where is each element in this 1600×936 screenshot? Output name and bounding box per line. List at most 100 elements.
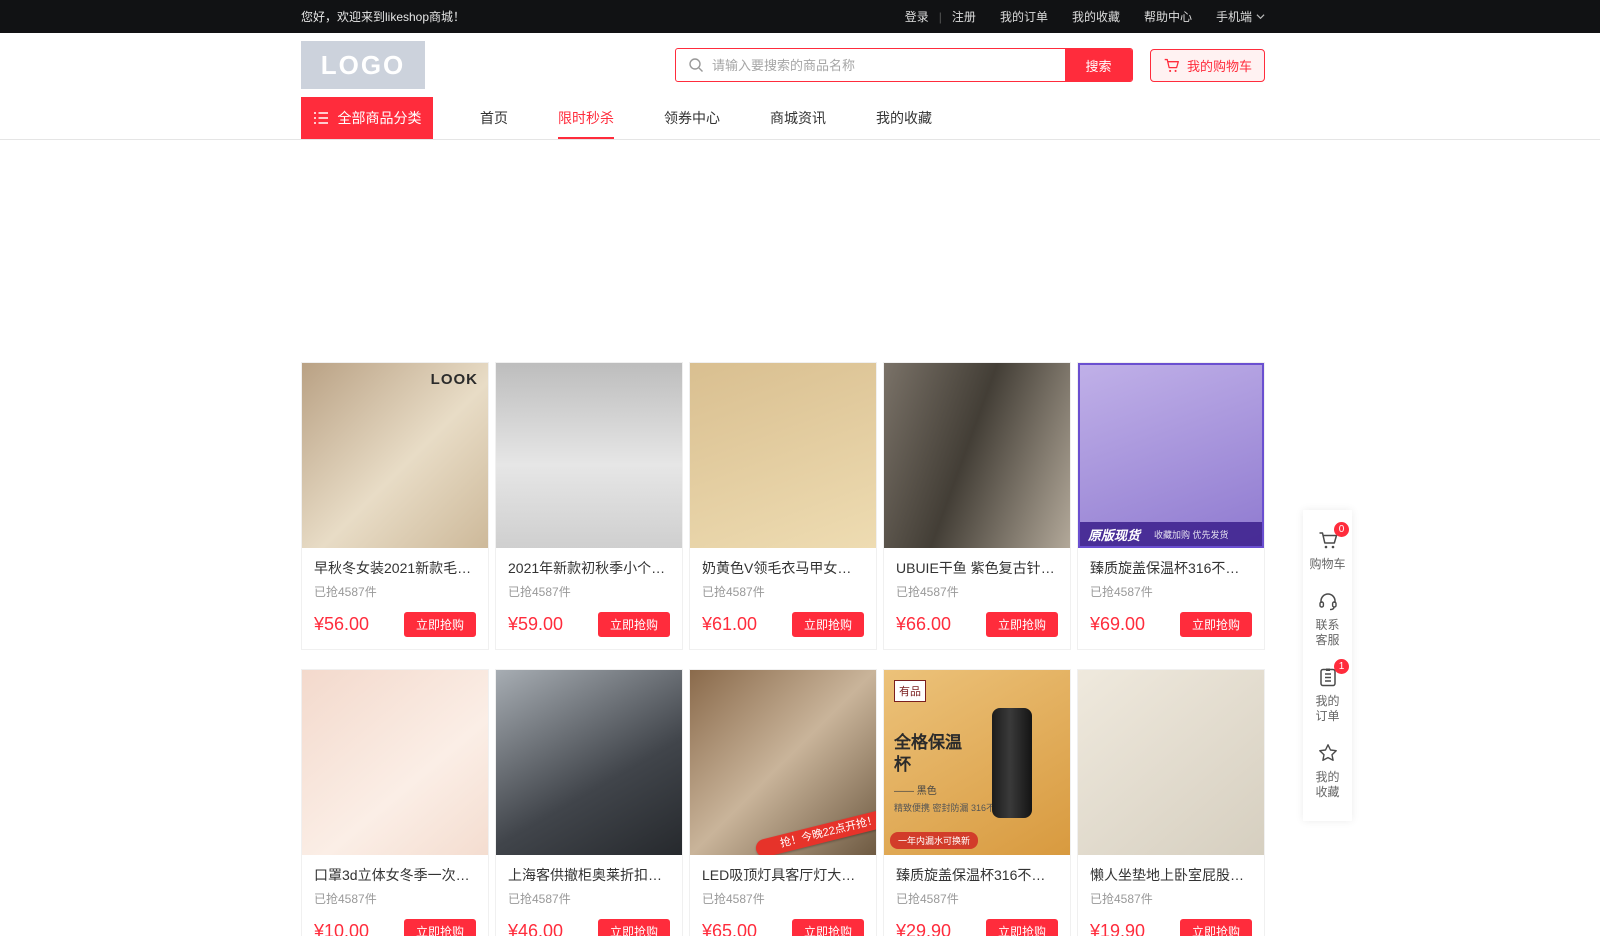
product-card[interactable]: 上海客供撤柜奥莱折扣店outlets 已抢4587件 ¥46.00 立即抢购 (495, 669, 683, 936)
product-image (690, 363, 876, 548)
product-card[interactable]: 奶黄色V领毛衣马甲女春秋慵懒... 已抢4587件 ¥61.00 立即抢购 (689, 362, 877, 650)
my-cart-button[interactable]: 我的购物车 (1150, 49, 1265, 82)
image-heading: 全格保温杯 (894, 732, 964, 776)
topbar-links: 登录 | 注册 我的订单 我的收藏 帮助中心 手机端 (905, 8, 1265, 25)
product-price: ¥69.00 (1090, 614, 1145, 635)
product-image (1078, 670, 1264, 855)
my-favorites-link[interactable]: 我的收藏 (1072, 8, 1120, 25)
product-title: 臻质旋盖保温杯316不锈钢内胆... (1090, 558, 1252, 578)
product-image: 抢！今晚22点开抢！ (690, 670, 876, 855)
product-sold-count: 已抢4587件 (896, 583, 1058, 600)
floatbar-my-orders-label: 我的订单 (1315, 694, 1341, 724)
product-image (496, 363, 682, 548)
floatbar-my-favorites-label: 我的收藏 (1315, 770, 1341, 800)
floatbar-customer-service[interactable]: 联系客服 (1303, 581, 1352, 657)
product-price: ¥56.00 (314, 614, 369, 635)
product-title: 上海客供撤柜奥莱折扣店outlets (508, 865, 670, 885)
thermos-bottle-shape (992, 708, 1032, 818)
floatbar-cart-label: 购物车 (1309, 557, 1345, 572)
chevron-down-icon (1256, 12, 1265, 21)
empty-banner-area (0, 140, 1600, 362)
product-image (884, 363, 1070, 548)
logo[interactable]: LOGO (301, 41, 425, 89)
product-image (302, 670, 488, 855)
category-list-icon (313, 111, 329, 125)
star-icon (1317, 742, 1339, 764)
floatbar-customer-service-label: 联系客服 (1315, 618, 1341, 648)
search-box: 搜索 (675, 48, 1133, 82)
nav-item-seckill[interactable]: 限时秒杀 (533, 97, 639, 139)
product-price: ¥65.00 (702, 921, 757, 936)
image-overlay-text: LOOK (431, 371, 478, 388)
nav-item-favorites[interactable]: 我的收藏 (851, 97, 957, 139)
mobile-link-label: 手机端 (1216, 8, 1252, 25)
header: LOGO 搜索 我的购物车 (0, 33, 1600, 97)
product-title: UBUIE干鱼 紫色复古针织衫马... (896, 558, 1058, 578)
product-sold-count: 已抢4587件 (508, 890, 670, 907)
buy-now-button[interactable]: 立即抢购 (986, 919, 1058, 936)
buy-now-button[interactable]: 立即抢购 (598, 612, 670, 637)
all-categories-label: 全部商品分类 (338, 108, 422, 128)
product-price: ¥61.00 (702, 614, 757, 635)
register-link[interactable]: 注册 (952, 8, 976, 25)
product-title: 懒人坐垫地上卧室屁股垫子办... (1090, 865, 1252, 885)
product-price: ¥10.00 (314, 921, 369, 936)
search-icon (688, 57, 704, 73)
search-input[interactable] (704, 58, 1065, 73)
buy-now-button[interactable]: 立即抢购 (792, 919, 864, 936)
product-title: 口罩3d立体女冬季一次性口罩 (314, 865, 476, 885)
product-title: LED吸顶灯具客厅灯大灯主卧... (702, 865, 864, 885)
product-card[interactable]: UBUIE干鱼 紫色复古针织衫马... 已抢4587件 ¥66.00 立即抢购 (883, 362, 1071, 650)
topbar: 您好，欢迎来到likeshop商城！ 登录 | 注册 我的订单 我的收藏 帮助中… (0, 0, 1600, 33)
product-card[interactable]: 有品 全格保温杯 —— 黑色 精致便携 密封防漏 316不锈钢 一年内漏水可换新… (883, 669, 1071, 936)
product-sold-count: 已抢4587件 (1090, 890, 1252, 907)
product-sold-count: 已抢4587件 (702, 583, 864, 600)
product-card[interactable]: 抢！今晚22点开抢！ LED吸顶灯具客厅灯大灯主卧... 已抢4587件 ¥65… (689, 669, 877, 936)
floatbar-my-favorites[interactable]: 我的收藏 (1303, 733, 1352, 809)
all-categories-button[interactable]: 全部商品分类 (301, 97, 433, 139)
buy-now-button[interactable]: 立即抢购 (1180, 919, 1252, 936)
cart-icon (1163, 57, 1180, 74)
product-title: 2021年新款初秋季小个子马甲... (508, 558, 670, 578)
product-image: LOOK (302, 363, 488, 548)
product-price: ¥46.00 (508, 921, 563, 936)
nav-item-coupons[interactable]: 领券中心 (639, 97, 745, 139)
product-card[interactable]: 原版现货 收藏加购 优先发货 臻质旋盖保温杯316不锈钢内胆... 已抢4587… (1077, 362, 1265, 650)
main-nav: 全部商品分类 首页 限时秒杀 领券中心 商城资讯 我的收藏 (0, 97, 1600, 140)
floatbar-cart[interactable]: 0 购物车 (1303, 520, 1352, 581)
floatbar-my-orders[interactable]: 1 我的订单 (1303, 657, 1352, 733)
search-button[interactable]: 搜索 (1065, 48, 1132, 82)
image-variant: —— 黑色 (894, 782, 937, 797)
product-card[interactable]: LOOK 早秋冬女装2021新款毛衣盐系... 已抢4587件 ¥56.00 立… (301, 362, 489, 650)
my-orders-link[interactable]: 我的订单 (1000, 8, 1048, 25)
image-brand-tag: 有品 (894, 680, 926, 702)
buy-now-button[interactable]: 立即抢购 (986, 612, 1058, 637)
product-sold-count: 已抢4587件 (896, 890, 1058, 907)
image-ribbon: 抢！今晚22点开抢！ (754, 805, 876, 855)
product-title: 臻质旋盖保温杯316不锈钢内胆... (896, 865, 1058, 885)
login-link[interactable]: 登录 (905, 8, 929, 25)
cart-count-badge: 0 (1334, 522, 1349, 537)
product-price: ¥19.90 (1090, 921, 1145, 936)
buy-now-button[interactable]: 立即抢购 (404, 612, 476, 637)
image-banner-note: 收藏加购 优先发货 (1154, 528, 1229, 541)
buy-now-button[interactable]: 立即抢购 (1180, 612, 1252, 637)
headset-icon (1317, 590, 1339, 612)
nav-item-home[interactable]: 首页 (455, 97, 533, 139)
nav-item-news[interactable]: 商城资讯 (745, 97, 851, 139)
product-card[interactable]: 2021年新款初秋季小个子马甲... 已抢4587件 ¥59.00 立即抢购 (495, 362, 683, 650)
help-center-link[interactable]: 帮助中心 (1144, 8, 1192, 25)
buy-now-button[interactable]: 立即抢购 (598, 919, 670, 936)
product-card[interactable]: 懒人坐垫地上卧室屁股垫子办... 已抢4587件 ¥19.90 立即抢购 (1077, 669, 1265, 936)
mobile-link[interactable]: 手机端 (1216, 8, 1265, 25)
orders-count-badge: 1 (1334, 659, 1349, 674)
welcome-text: 您好，欢迎来到likeshop商城！ (301, 8, 465, 25)
product-image (496, 670, 682, 855)
product-sold-count: 已抢4587件 (314, 890, 476, 907)
buy-now-button[interactable]: 立即抢购 (792, 612, 864, 637)
product-sold-count: 已抢4587件 (1090, 583, 1252, 600)
buy-now-button[interactable]: 立即抢购 (404, 919, 476, 936)
my-cart-button-label: 我的购物车 (1187, 56, 1252, 75)
image-guarantee-ribbon: 一年内漏水可换新 (890, 832, 978, 849)
product-card[interactable]: 口罩3d立体女冬季一次性口罩 已抢4587件 ¥10.00 立即抢购 (301, 669, 489, 936)
